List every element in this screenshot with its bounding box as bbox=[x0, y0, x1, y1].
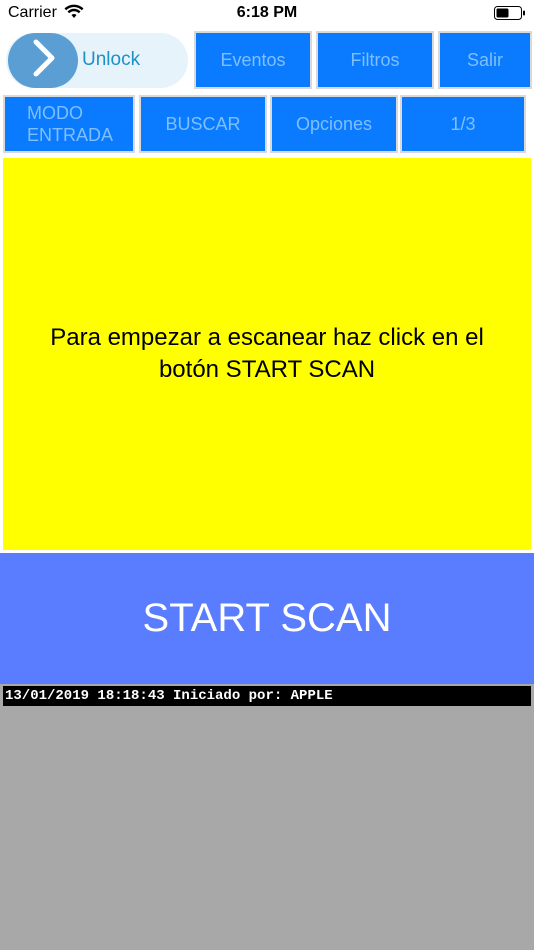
filtros-button[interactable]: Filtros bbox=[316, 31, 434, 89]
status-bar: Carrier 6:18 PM bbox=[0, 0, 534, 28]
opciones-button[interactable]: Opciones bbox=[270, 95, 398, 153]
chevron-right-icon bbox=[26, 38, 60, 83]
log-entry: 13/01/2019 18:18:43 Iniciado por: APPLE bbox=[3, 686, 531, 706]
modo-entrada-button[interactable]: MODO ENTRADA bbox=[3, 95, 135, 153]
start-scan-button[interactable]: START SCAN bbox=[0, 553, 534, 684]
scan-instruction-text: Para empezar a escanear haz click en el … bbox=[50, 324, 484, 383]
scan-instruction-panel: Para empezar a escanear haz click en el … bbox=[3, 158, 531, 550]
unlock-label: Unlock bbox=[82, 49, 141, 70]
buscar-button[interactable]: BUSCAR bbox=[139, 95, 267, 153]
salir-button[interactable]: Salir bbox=[438, 31, 532, 89]
app-screen: Carrier 6:18 PM Unlock Eventos Filtros S… bbox=[0, 0, 534, 950]
battery-icon bbox=[494, 6, 526, 20]
log-area: 13/01/2019 18:18:43 Iniciado por: APPLE bbox=[0, 684, 534, 950]
unlock-slider[interactable]: Unlock bbox=[6, 33, 188, 88]
unlock-knob[interactable] bbox=[8, 33, 78, 88]
clock-label: 6:18 PM bbox=[236, 4, 298, 21]
page-indicator-button[interactable]: 1/3 bbox=[400, 95, 526, 153]
eventos-button[interactable]: Eventos bbox=[194, 31, 312, 89]
